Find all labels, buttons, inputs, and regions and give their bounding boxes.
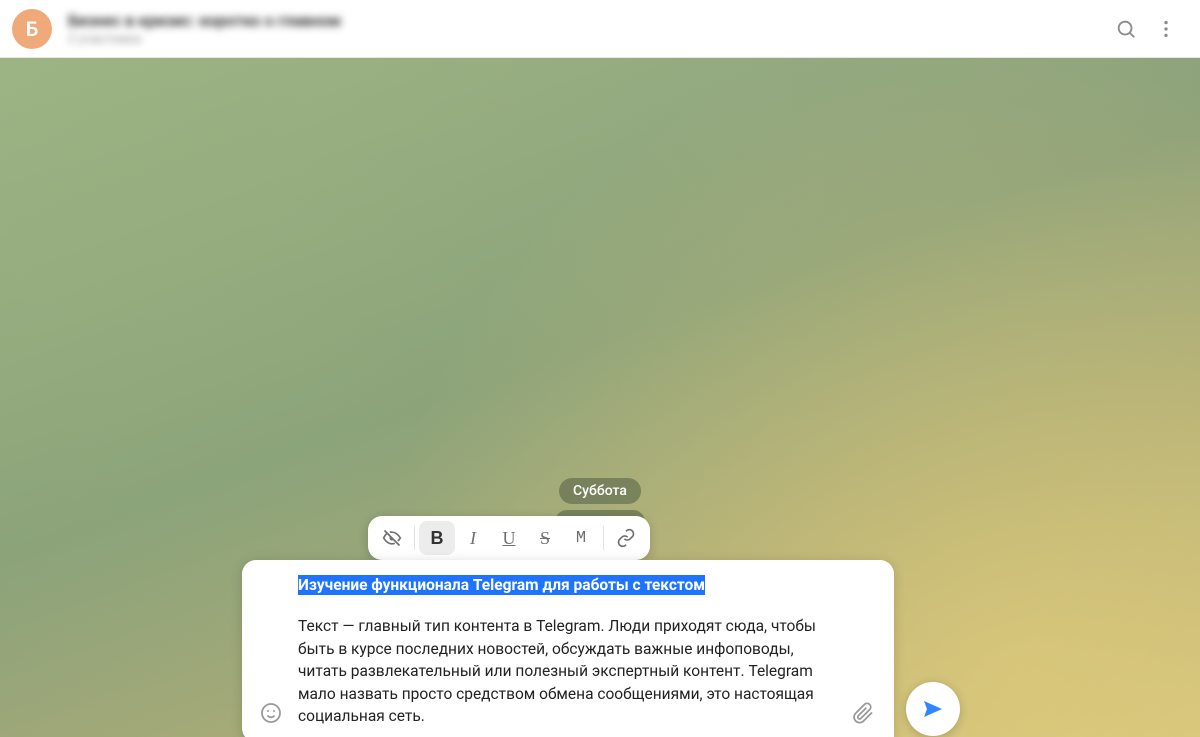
attach-icon[interactable] — [846, 696, 880, 730]
more-icon[interactable] — [1146, 9, 1186, 49]
format-toolbar: B Bold text I U S M — [368, 516, 650, 560]
format-italic-button[interactable]: I — [455, 521, 491, 555]
send-button[interactable] — [906, 682, 960, 736]
avatar[interactable]: Б — [12, 9, 52, 49]
emoji-icon[interactable] — [254, 696, 288, 730]
underline-glyph: U — [503, 528, 516, 549]
format-underline-button[interactable]: U — [491, 521, 527, 555]
chat-area: Суббота B Bold text I U — [0, 58, 1200, 737]
chat-title: Бизнес в кризис: коротко о главном — [68, 11, 1106, 30]
compose-selected-text: Изучение функционала Telegram для работы… — [298, 575, 705, 595]
compose-body-text: Текст — главный тип контента в Telegram.… — [298, 615, 842, 727]
italic-glyph: I — [470, 528, 476, 549]
strike-glyph: S — [540, 528, 550, 549]
app-root: Б Бизнес в кризис: коротко о главном 2 у… — [0, 0, 1200, 737]
chat-subtitle: 2 участника — [68, 32, 1106, 47]
format-link-button[interactable] — [608, 521, 644, 555]
format-mono-button[interactable]: M — [563, 521, 599, 555]
date-separator: Суббота — [559, 478, 641, 504]
format-spoiler-button[interactable] — [374, 521, 410, 555]
bold-glyph: B — [431, 528, 444, 549]
chat-titles[interactable]: Бизнес в кризис: коротко о главном 2 уча… — [68, 11, 1106, 47]
search-icon[interactable] — [1106, 9, 1146, 49]
format-strike-button[interactable]: S — [527, 521, 563, 555]
toolbar-separator — [603, 526, 604, 550]
toolbar-separator — [414, 526, 415, 550]
mono-glyph: M — [576, 529, 586, 548]
compose-box[interactable]: Изучение функционала Telegram для работы… — [242, 560, 894, 737]
format-bold-button[interactable]: B Bold text — [419, 521, 455, 555]
chat-header: Б Бизнес в кризис: коротко о главном 2 у… — [0, 0, 1200, 58]
